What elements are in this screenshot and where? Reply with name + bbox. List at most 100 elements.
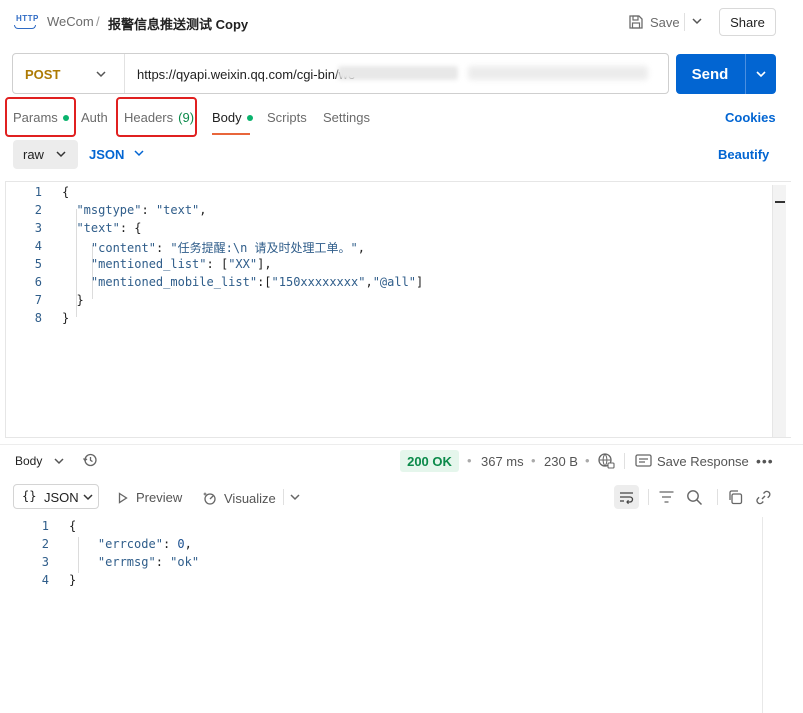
save-button[interactable]: Save	[628, 11, 680, 33]
body-active-dot	[246, 114, 253, 121]
network-globe-icon[interactable]	[597, 452, 615, 470]
tab-body[interactable]: Body	[212, 110, 253, 125]
tab-settings[interactable]: Settings	[323, 110, 370, 125]
code-line[interactable]: }	[62, 311, 69, 325]
tab-auth-label: Auth	[81, 110, 108, 125]
response-time[interactable]: 367 ms	[481, 454, 524, 469]
visualize-label: Visualize	[224, 490, 276, 506]
response-divider	[0, 444, 803, 445]
response-format-chevron-down-icon	[83, 494, 93, 501]
separator-dot: •	[467, 453, 472, 468]
url-bar: POST https://qyapi.weixin.qq.com/cgi-bin…	[12, 53, 669, 94]
editor-scrollbar-thumb[interactable]	[775, 201, 785, 203]
tab-auth[interactable]: Auth	[81, 110, 108, 125]
tab-scripts[interactable]: Scripts	[267, 110, 307, 125]
toolbar-divider	[648, 489, 649, 505]
highlight-box-params	[5, 97, 76, 137]
url-divider	[124, 54, 125, 93]
editor-scrollbar[interactable]	[772, 185, 786, 437]
http-icon-underline	[14, 25, 36, 29]
save-response-icon	[635, 454, 652, 467]
response-format-label: JSON	[44, 490, 79, 505]
link-icon[interactable]	[755, 489, 772, 506]
line-number: 4	[34, 239, 42, 253]
line-number: 8	[34, 311, 42, 325]
line-number: 5	[34, 257, 42, 271]
code-line[interactable]: }	[69, 573, 76, 587]
body-mode-select[interactable]: raw	[13, 140, 78, 169]
body-mode-label: raw	[23, 147, 44, 162]
http-icon: HTTP	[14, 12, 38, 32]
url-input[interactable]: https://qyapi.weixin.qq.com/cgi-bin/we	[137, 67, 355, 82]
request-body-editor[interactable]	[5, 181, 791, 438]
response-size[interactable]: 230 B	[544, 454, 578, 469]
preview-button[interactable]: Preview	[117, 490, 182, 505]
active-tab-underline	[212, 133, 250, 135]
copy-icon[interactable]	[727, 489, 744, 506]
method-chevron-down-icon[interactable]	[95, 68, 107, 80]
body-language-select[interactable]: JSON	[89, 147, 124, 162]
line-number: 1	[41, 519, 49, 533]
http-icon-text: HTTP	[16, 14, 39, 23]
line-number: 2	[34, 203, 42, 217]
code-line[interactable]: }	[62, 293, 83, 307]
cookies-link[interactable]: Cookies	[725, 110, 776, 125]
send-options-chevron-down-icon[interactable]	[754, 67, 768, 81]
share-button[interactable]: Share	[719, 8, 776, 36]
code-line[interactable]: "errcode": 0,	[69, 537, 192, 551]
breadcrumb-workspace[interactable]: WeCom	[47, 14, 94, 29]
body-language-chevron-down-icon[interactable]	[133, 147, 145, 159]
response-scrollbar[interactable]	[762, 517, 763, 713]
breadcrumb-separator: /	[96, 14, 100, 29]
code-line[interactable]: {	[69, 519, 76, 533]
code-line[interactable]: "errmsg": "ok"	[69, 555, 199, 569]
highlight-box-headers	[116, 97, 197, 137]
url-redacted-segment	[338, 66, 458, 80]
wrap-lines-icon	[620, 492, 634, 505]
response-format-select[interactable]: {} JSON	[13, 484, 99, 509]
line-number: 6	[34, 275, 42, 289]
visualize-sparkle-icon	[203, 492, 216, 505]
request-title[interactable]: 报警信息推送测试 Copy	[108, 14, 248, 33]
url-redacted-segment	[468, 66, 648, 80]
send-button[interactable]: Send	[676, 54, 744, 94]
line-number: 1	[34, 185, 42, 199]
tab-settings-label: Settings	[323, 110, 370, 125]
save-response-button[interactable]: Save Response	[657, 454, 749, 469]
beautify-button[interactable]: Beautify	[718, 147, 769, 162]
separator-dot: •	[531, 453, 536, 468]
response-body-chevron-down-icon[interactable]	[53, 455, 65, 467]
filter-icon[interactable]	[658, 489, 675, 505]
code-line[interactable]: "text": {	[62, 221, 141, 235]
search-icon[interactable]	[686, 489, 703, 506]
code-line[interactable]: {	[62, 185, 69, 199]
toolbar-divider	[283, 489, 284, 505]
save-icon	[629, 15, 643, 29]
code-line[interactable]: "mentioned_mobile_list":["150xxxxxxxx","…	[62, 275, 423, 289]
response-body-select[interactable]: Body	[15, 454, 42, 468]
code-line[interactable]: "content": "任务提醒:\n 请及时处理工单。",	[62, 239, 365, 256]
code-line[interactable]: "mentioned_list": ["XX"],	[62, 257, 272, 271]
json-braces-icon: {}	[22, 489, 37, 503]
line-number: 7	[34, 293, 42, 307]
line-number: 4	[41, 573, 49, 587]
history-icon[interactable]	[82, 452, 98, 468]
wrap-lines-button[interactable]	[614, 485, 639, 509]
play-icon	[118, 491, 128, 504]
send-divider	[745, 54, 746, 94]
visualize-chevron-down-icon[interactable]	[289, 491, 301, 503]
status-badge[interactable]: 200 OK	[400, 450, 459, 472]
line-number: 3	[41, 555, 49, 569]
save-label: Save	[650, 14, 680, 30]
toolbar-divider	[624, 453, 625, 469]
more-options-icon[interactable]: •••	[756, 453, 774, 469]
save-options-chevron-down-icon[interactable]	[690, 14, 704, 28]
code-line[interactable]: "msgtype": "text",	[62, 203, 206, 217]
tab-scripts-label: Scripts	[267, 110, 307, 125]
send-button-group: Send	[676, 54, 776, 94]
visualize-button[interactable]: Visualize	[202, 490, 276, 506]
toolbar-divider	[717, 489, 718, 505]
line-number: 2	[41, 537, 49, 551]
tab-body-label: Body	[212, 110, 242, 125]
method-select[interactable]: POST	[25, 67, 60, 82]
